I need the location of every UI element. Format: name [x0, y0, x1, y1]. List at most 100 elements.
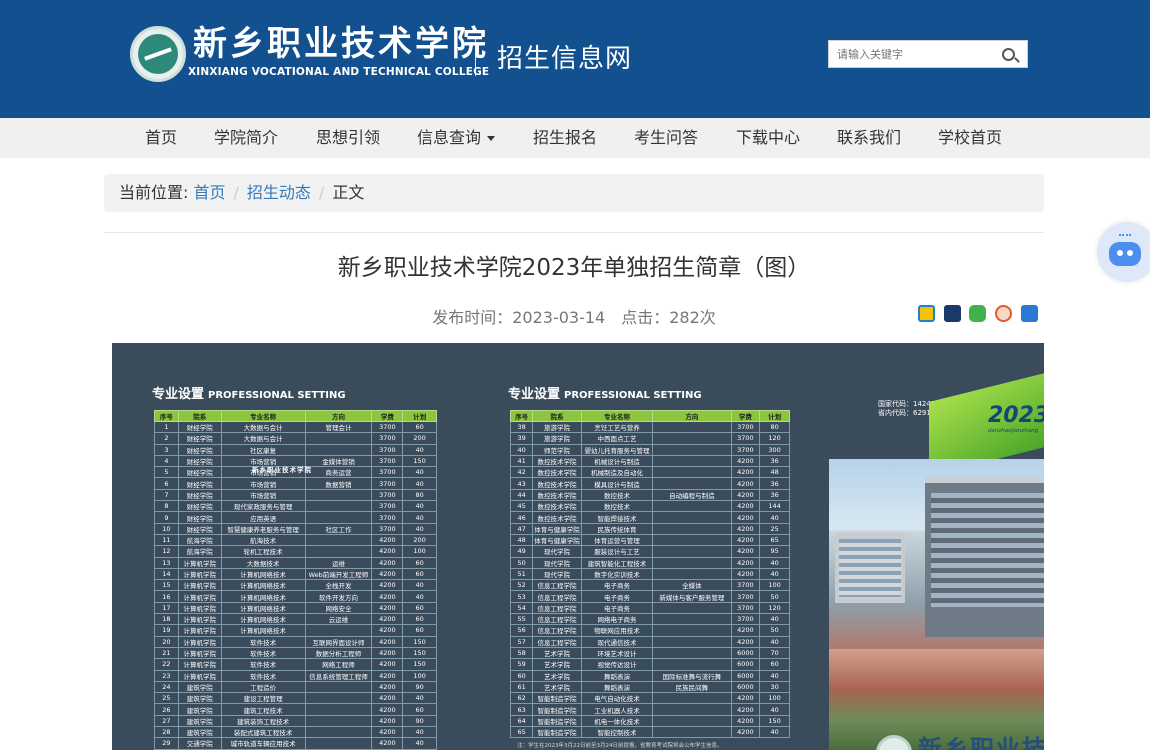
poster-table-right: 序号 院系 专业名称 方向 学费 计划 38 旅游学院 烹饪工艺与营养 3700 80 3… — [509, 410, 790, 739]
table-cell — [652, 646, 732, 660]
chevron-down-icon — [487, 136, 496, 141]
table-row: 39 旅游学院 中西面点工艺 3700 120 — [509, 432, 790, 445]
table-cell: 27 — [154, 714, 179, 728]
table-cell: 体育运营与管理 — [580, 533, 654, 547]
qq-icon[interactable] — [944, 305, 961, 322]
breadcrumb-section-link[interactable]: 招生动态 — [247, 183, 311, 202]
table-cell — [304, 680, 373, 694]
table-cell: 财经学院 — [177, 488, 222, 502]
table-cell: 师范学院 — [532, 443, 582, 456]
table-row: 38 旅游学院 烹饪工艺与营养 3700 80 — [509, 420, 790, 434]
table-row: 29 交通学院 城市轨道车辆应用技术 4200 40 — [154, 737, 437, 750]
table-cell: 120 — [759, 601, 790, 615]
table-row: 12 航海学院 轮机工程技术 4200 100 — [154, 545, 437, 558]
table-cell: 智慧健康养老服务与管理 — [220, 522, 306, 535]
nav-item-about[interactable]: 学院简介 — [214, 118, 278, 158]
col-header: 序号 — [154, 410, 179, 422]
wechat-icon[interactable] — [969, 305, 986, 322]
table-cell: 旅游学院 — [532, 420, 582, 434]
table-cell: 建筑工程技术 — [220, 703, 306, 716]
nav-item-school-home[interactable]: 学校首页 — [938, 118, 1002, 158]
table-cell: 59 — [509, 658, 534, 671]
table-row: 10 财经学院 智慧健康养老服务与管理 社区工作 3700 40 — [154, 522, 437, 535]
nav-item-contact[interactable]: 联系我们 — [837, 118, 901, 158]
weibo-icon[interactable] — [995, 305, 1012, 322]
poster-heading-cn: 专业设置 — [508, 387, 561, 402]
chat-robot-button[interactable] — [1097, 222, 1150, 282]
table-cell: 电气自动化技术 — [580, 692, 654, 705]
college-emblem-icon[interactable] — [130, 26, 186, 82]
table-cell: 信息工程学院 — [532, 624, 582, 637]
search-input[interactable] — [829, 41, 989, 67]
table-cell: 现代家政服务与管理 — [220, 500, 306, 513]
nav-item-query[interactable]: 信息查询 — [417, 118, 496, 158]
table-row: 58 艺术学院 环境艺术设计 6000 70 — [509, 646, 790, 660]
table-cell: 建筑学院 — [177, 692, 222, 705]
table-cell: 65 — [759, 533, 790, 547]
table-row: 59 艺术学院 视觉传达设计 6000 60 — [509, 658, 790, 671]
table-cell: 300 — [759, 443, 790, 456]
table-cell — [652, 454, 732, 468]
table-cell: 艺术学院 — [532, 680, 582, 694]
table-row: 42 数控技术学院 机械制造及自动化 4200 48 — [509, 466, 790, 479]
table-cell: 36 — [759, 477, 790, 490]
table-cell: 4200 — [730, 567, 761, 581]
qzone-icon[interactable] — [918, 305, 935, 322]
table-cell: 50 — [509, 556, 534, 569]
table-row: 26 建筑学院 建筑工程技术 4200 60 — [154, 703, 437, 716]
table-cell: 40 — [759, 556, 790, 569]
table-cell: 3700 — [730, 420, 761, 434]
table-cell: 信息工程学院 — [532, 590, 582, 603]
table-cell: 软件技术 — [220, 669, 306, 682]
nav-item-downloads[interactable]: 下载中心 — [736, 118, 800, 158]
article-meta: 发布时间：2023-03-14 点击：282次 — [104, 304, 1044, 328]
table-cell — [652, 477, 732, 490]
table-row: 51 现代学院 数字化实训技术 4200 40 — [509, 567, 790, 581]
table-row: 13 计算机学院 大数据技术 运维 4200 60 — [154, 556, 437, 569]
main-nav: 首页 学院简介 思想引领 信息查询 招生报名 考生问答 下载中心 联系我们 学校… — [0, 118, 1150, 158]
table-cell: 计算机学院 — [177, 579, 222, 592]
table-cell: 云运维 — [304, 613, 373, 626]
nav-item-guidance[interactable]: 思想引领 — [316, 118, 380, 158]
table-cell: 3700 — [730, 443, 761, 456]
table-row: 8 财经学院 现代家政服务与管理 3700 40 — [154, 500, 437, 513]
table-cell: 智能制造学院 — [532, 714, 582, 728]
renren-icon[interactable] — [1021, 305, 1038, 322]
table-cell: 4200 — [371, 567, 404, 581]
poster-year: 2023 — [988, 403, 1044, 428]
col-header: 计划 — [402, 410, 437, 422]
search-icon[interactable] — [1002, 48, 1015, 61]
nav-item-signup[interactable]: 招生报名 — [533, 118, 597, 158]
table-cell — [304, 511, 373, 524]
college-name-cn[interactable]: 新乡职业技术学院 — [193, 24, 489, 64]
table-cell: 52 — [509, 579, 534, 592]
table-cell: 轮机工程技术 — [220, 545, 306, 558]
breadcrumb-home-link[interactable]: 首页 — [194, 183, 226, 202]
college-name-en: XINXIANG VOCATIONAL AND TECHNICAL COLLEG… — [188, 66, 490, 78]
table-cell — [652, 522, 732, 535]
table-cell: 46 — [509, 511, 534, 524]
table-cell: 运维 — [304, 556, 373, 569]
poster-heading-cn: 专业设置 — [152, 387, 205, 402]
nav-item-home[interactable]: 首页 — [145, 118, 177, 158]
table-cell: 4200 — [730, 692, 761, 705]
table-cell: 100 — [759, 692, 790, 705]
table-row: 47 体育与健康学院 民族传统体育 4200 25 — [509, 522, 790, 535]
table-cell — [304, 703, 373, 716]
table-cell: 智能焊接技术 — [580, 511, 654, 524]
nav-item-faq[interactable]: 考生问答 — [634, 118, 698, 158]
table-cell: 艺术学院 — [532, 658, 582, 671]
table-cell: 100 — [759, 579, 790, 592]
table-cell: 全栈开发 — [304, 579, 373, 592]
table-cell: 144 — [759, 500, 790, 513]
table-cell: 建筑学院 — [177, 726, 222, 739]
breadcrumb-prefix: 当前位置: — [119, 183, 189, 202]
table-cell: 市场营销 — [220, 477, 306, 490]
table-cell: 大数据技术 — [220, 556, 306, 569]
table-cell: 40 — [509, 443, 534, 456]
table-cell: 民族民间舞 — [652, 680, 732, 694]
table-cell: 8 — [154, 500, 179, 513]
table-cell: 智能控制技术 — [580, 726, 654, 739]
table-cell: 信息工程学院 — [532, 635, 582, 648]
article-title: 新乡职业技术学院2023年单独招生简章（图） — [337, 255, 811, 281]
